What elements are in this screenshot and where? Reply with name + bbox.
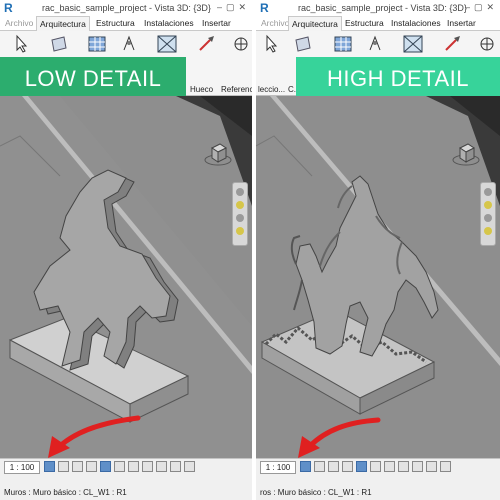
title-bar: R rac_basic_sample_project - Vista 3D: {… — [0, 0, 252, 16]
window-buttons[interactable]: –▢✕ — [465, 2, 498, 13]
door-icon[interactable] — [364, 34, 386, 54]
workplane-icon[interactable] — [476, 34, 498, 54]
window-title: rac_basic_sample_project - Vista 3D: {3D… — [298, 3, 467, 13]
select-icon[interactable] — [260, 34, 282, 54]
window-title: rac_basic_sample_project - Vista 3D: {3D… — [42, 3, 211, 13]
grid-icon[interactable] — [332, 34, 354, 54]
workplane-icon[interactable] — [230, 34, 252, 54]
tab-insertar[interactable]: Insertar — [199, 16, 234, 30]
viewcube-icon[interactable] — [452, 140, 480, 168]
low-detail-banner: LOW DETAIL — [0, 57, 186, 101]
status-text: ros : Muro básico : CL_W1 : R1 — [260, 488, 372, 497]
ribbon-tabs: Archivo Arquitectura Estructura Instalac… — [0, 16, 252, 31]
navigation-bar-icon[interactable] — [480, 182, 496, 246]
reference-plane-icon[interactable] — [196, 34, 218, 54]
view-control-bar: 1 : 100 — [0, 458, 252, 475]
scale-button[interactable]: 1 : 100 — [4, 461, 40, 474]
revit-logo-icon[interactable]: R — [4, 1, 13, 15]
low-detail-panel: R rac_basic_sample_project - Vista 3D: {… — [0, 0, 252, 500]
reference-plane-icon[interactable] — [442, 34, 464, 54]
high-detail-banner: HIGH DETAIL — [296, 57, 500, 101]
tab-insertar[interactable]: Insertar — [444, 16, 479, 30]
3d-viewport[interactable] — [0, 96, 252, 458]
wall-icon[interactable] — [292, 34, 314, 54]
tab-estructura[interactable]: Estructura — [93, 16, 138, 30]
scale-button[interactable]: 1 : 100 — [260, 461, 296, 474]
opening-icon[interactable] — [156, 34, 178, 54]
view-control-icons[interactable] — [300, 461, 454, 473]
high-detail-panel: R rac_basic_sample_project - Vista 3D: {… — [256, 0, 500, 500]
title-bar: R rac_basic_sample_project - Vista 3D: {… — [256, 0, 500, 16]
revit-logo-icon[interactable]: R — [260, 1, 269, 15]
ribbon-tabs: Archivo Arquitectura Estructura Instalac… — [256, 16, 500, 31]
select-icon[interactable] — [10, 34, 32, 54]
navigation-bar-icon[interactable] — [232, 182, 248, 246]
view-control-icons[interactable] — [44, 461, 198, 473]
tab-arquitectura[interactable]: Arquitectura — [36, 16, 90, 31]
ribbon-label-seleccionar[interactable]: leccio... — [258, 85, 285, 94]
opening-icon[interactable] — [402, 34, 424, 54]
tab-instalaciones[interactable]: Instalaciones — [141, 16, 197, 30]
status-footer: Muros : Muro básico : CL_W1 : R1 — [0, 474, 252, 500]
wall-icon[interactable] — [48, 34, 70, 54]
view-control-bar: 1 : 100 — [256, 458, 500, 475]
ribbon-label-hueco[interactable]: Hueco — [190, 85, 213, 94]
door-icon[interactable] — [118, 34, 140, 54]
grid-icon[interactable] — [86, 34, 108, 54]
status-footer: ros : Muro básico : CL_W1 : R1 — [256, 474, 500, 500]
3d-viewport[interactable] — [256, 96, 500, 458]
status-text: Muros : Muro básico : CL_W1 : R1 — [4, 488, 127, 497]
ribbon-label-referencia[interactable]: Referencia — [221, 85, 252, 94]
tab-archivo[interactable]: Archivo — [2, 16, 36, 30]
tab-instalaciones[interactable]: Instalaciones — [388, 16, 444, 30]
viewcube-icon[interactable] — [204, 140, 232, 168]
window-buttons[interactable]: –▢✕ — [217, 2, 250, 13]
tab-arquitectura[interactable]: Arquitectura — [288, 16, 342, 31]
tab-estructura[interactable]: Estructura — [342, 16, 387, 30]
